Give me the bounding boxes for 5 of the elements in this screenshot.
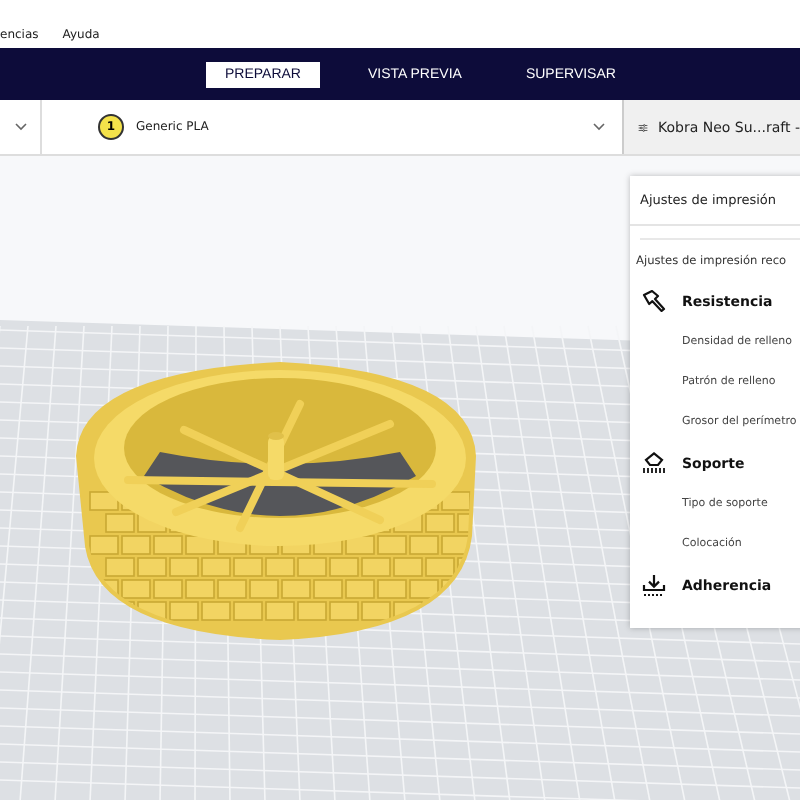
- hammer-icon: [642, 290, 666, 312]
- chevron-icon[interactable]: [13, 122, 27, 132]
- support-icon: [642, 452, 666, 474]
- download-icon: [642, 574, 666, 596]
- chevron-icon[interactable]: [592, 122, 606, 132]
